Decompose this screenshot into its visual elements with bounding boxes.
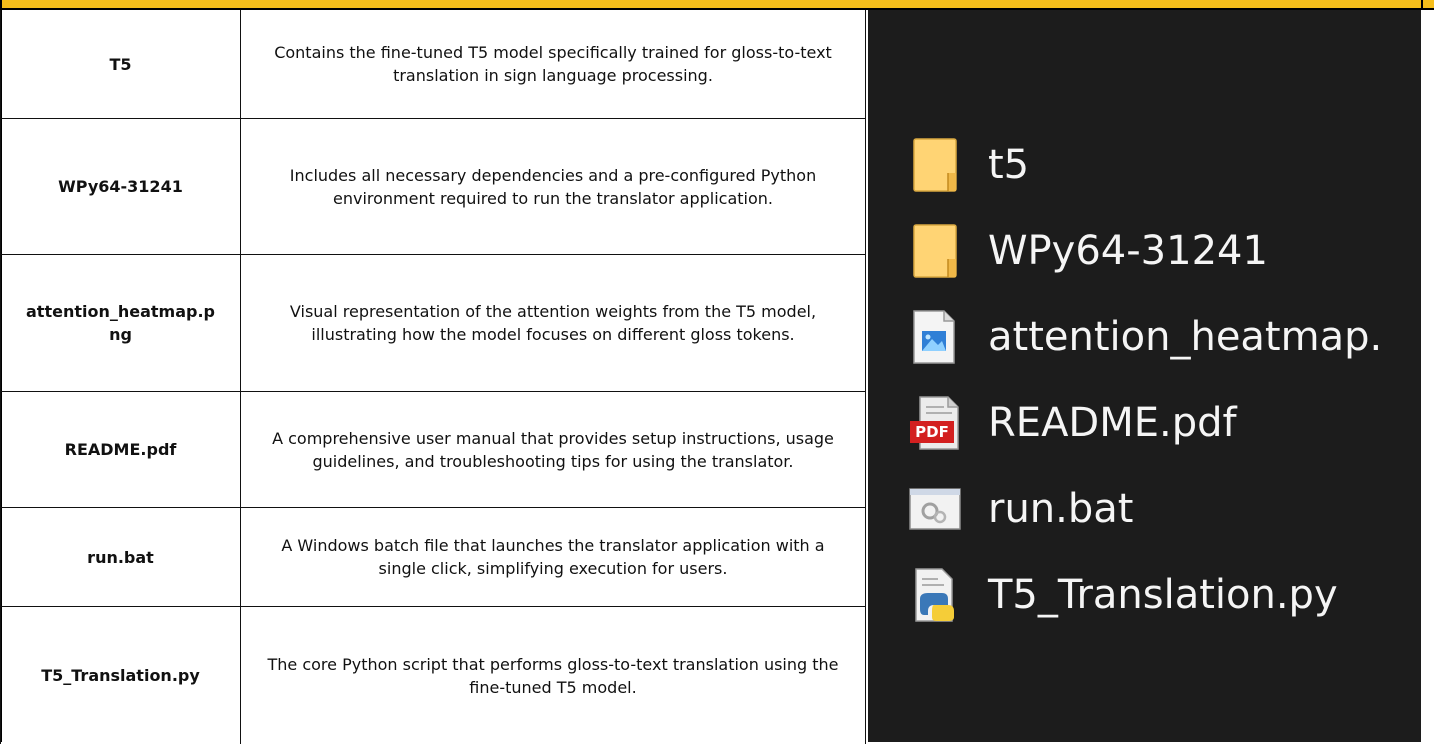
file-name-cell: run.bat [1, 508, 241, 607]
file-description-cell: A comprehensive user manual that provide… [241, 392, 866, 508]
explorer-item-label: WPy64-31241 [988, 228, 1268, 274]
pdf-badge: PDF [912, 423, 952, 441]
file-description-cell: A Windows batch file that launches the t… [241, 508, 866, 607]
table-row: T5_Translation.py The core Python script… [1, 607, 866, 744]
header-accent-bar [0, 0, 1434, 8]
explorer-item-t5-translation[interactable]: T5_Translation.py [908, 567, 1338, 623]
folder-icon [908, 223, 970, 279]
pdf-file-icon: PDF [908, 395, 970, 451]
explorer-item-label: t5 [988, 142, 1029, 188]
right-border [1421, 0, 1423, 10]
explorer-item-label: run.bat [988, 486, 1133, 532]
file-name-cell: T5 [1, 10, 241, 119]
python-file-icon [908, 567, 970, 623]
table-row: T5 Contains the fine-tuned T5 model spec… [1, 10, 866, 119]
file-name-cell: T5_Translation.py [1, 607, 241, 744]
batch-file-icon [908, 481, 970, 537]
file-description-cell: Contains the fine-tuned T5 model specifi… [241, 10, 866, 119]
file-description-cell: The core Python script that performs glo… [241, 607, 866, 744]
file-name-cell: README.pdf [1, 392, 241, 508]
table-row: WPy64-31241 Includes all necessary depen… [1, 119, 866, 255]
explorer-item-attention-heatmap[interactable]: attention_heatmap. [908, 309, 1382, 365]
folder-icon [908, 137, 970, 193]
table-row: run.bat A Windows batch file that launch… [1, 508, 866, 607]
file-description-cell: Visual representation of the attention w… [241, 255, 866, 392]
file-explorer-panel: t5 WPy64-31241 attention_heatmap. [868, 10, 1421, 742]
explorer-item-t5[interactable]: t5 [908, 137, 1029, 193]
table-row: attention_heatmap.png Visual representat… [1, 255, 866, 392]
explorer-item-run-bat[interactable]: run.bat [908, 481, 1133, 537]
file-name-cell: WPy64-31241 [1, 119, 241, 255]
image-file-icon [908, 309, 970, 365]
file-name-cell: attention_heatmap.png [1, 255, 241, 392]
explorer-item-wpy64[interactable]: WPy64-31241 [908, 223, 1268, 279]
table-row: README.pdf A comprehensive user manual t… [1, 392, 866, 508]
explorer-item-readme[interactable]: PDF README.pdf [908, 395, 1237, 451]
explorer-item-label: T5_Translation.py [988, 572, 1338, 618]
file-description-table: T5 Contains the fine-tuned T5 model spec… [0, 10, 866, 744]
explorer-item-label: README.pdf [988, 400, 1237, 446]
explorer-item-label: attention_heatmap. [988, 314, 1382, 360]
file-description-cell: Includes all necessary dependencies and … [241, 119, 866, 255]
